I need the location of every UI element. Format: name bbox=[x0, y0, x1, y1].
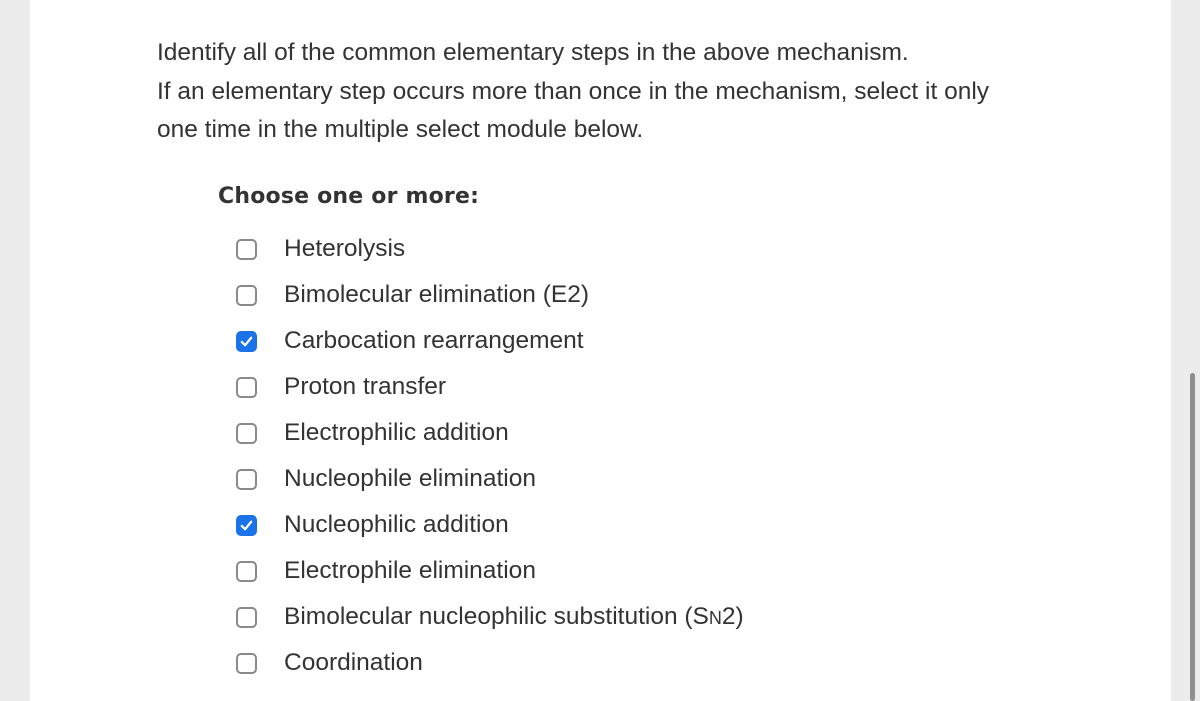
option-item[interactable]: Bimolecular nucleophilic substitution (S… bbox=[236, 594, 744, 640]
checkbox-checked[interactable] bbox=[236, 514, 257, 536]
prompt-line: Identify all of the common elementary st… bbox=[157, 39, 909, 66]
option-item[interactable]: Electrophilic addition bbox=[236, 410, 744, 456]
option-label: Nucleophilic addition bbox=[284, 511, 509, 538]
option-label: Coordination bbox=[284, 649, 423, 676]
checkbox[interactable] bbox=[236, 376, 257, 398]
option-item[interactable]: Nucleophile elimination bbox=[236, 456, 744, 502]
prompt-line: If an elementary step occurs more than o… bbox=[157, 77, 990, 105]
checkbox[interactable] bbox=[236, 284, 257, 306]
option-label: Heterolysis bbox=[284, 235, 406, 262]
checkmark-icon bbox=[240, 520, 253, 530]
question-prompt: Identify all of the common elementary st… bbox=[157, 34, 1057, 150]
checkmark-icon bbox=[240, 336, 253, 346]
option-label-smallcap: N bbox=[708, 608, 722, 628]
scrollbar-thumb[interactable] bbox=[1190, 373, 1195, 701]
option-label-part: Bimolecular nucleophilic substitution (S bbox=[284, 603, 709, 630]
option-item[interactable]: Proton transfer bbox=[236, 364, 744, 410]
choose-heading: Choose one or more: bbox=[218, 184, 480, 209]
checkbox-checked[interactable] bbox=[236, 330, 257, 352]
option-item[interactable]: Heterolysis bbox=[236, 226, 744, 272]
option-label: Bimolecular nucleophilic substitution (S… bbox=[284, 603, 744, 631]
option-label: Carbocation rearrangement bbox=[284, 327, 584, 354]
checkbox[interactable] bbox=[236, 652, 257, 674]
option-label-part: 2) bbox=[721, 603, 744, 630]
option-item[interactable]: Coordination bbox=[236, 640, 744, 686]
question-panel: Identify all of the common elementary st… bbox=[30, 0, 1171, 701]
option-label: Proton transfer bbox=[284, 373, 447, 400]
checkbox[interactable] bbox=[236, 560, 257, 582]
option-label: Bimolecular elimination (E2) bbox=[284, 281, 590, 308]
checkbox[interactable] bbox=[236, 606, 257, 628]
prompt-line: one time in the multiple select module b… bbox=[157, 116, 644, 143]
option-item[interactable]: Carbocation rearrangement bbox=[236, 318, 744, 364]
checkbox[interactable] bbox=[236, 238, 257, 260]
option-label: Electrophilic addition bbox=[284, 419, 509, 446]
option-label: Nucleophile elimination bbox=[284, 465, 536, 492]
checkbox[interactable] bbox=[236, 422, 257, 444]
options-list: Heterolysis Bimolecular elimination (E2) C… bbox=[236, 226, 744, 686]
option-item[interactable]: Electrophile elimination bbox=[236, 548, 744, 594]
option-item[interactable]: Bimolecular elimination (E2) bbox=[236, 272, 744, 318]
scrollbar-track[interactable] bbox=[1171, 0, 1200, 701]
option-item[interactable]: Nucleophilic addition bbox=[236, 502, 744, 548]
option-label: Electrophile elimination bbox=[284, 557, 536, 584]
checkbox[interactable] bbox=[236, 468, 257, 490]
